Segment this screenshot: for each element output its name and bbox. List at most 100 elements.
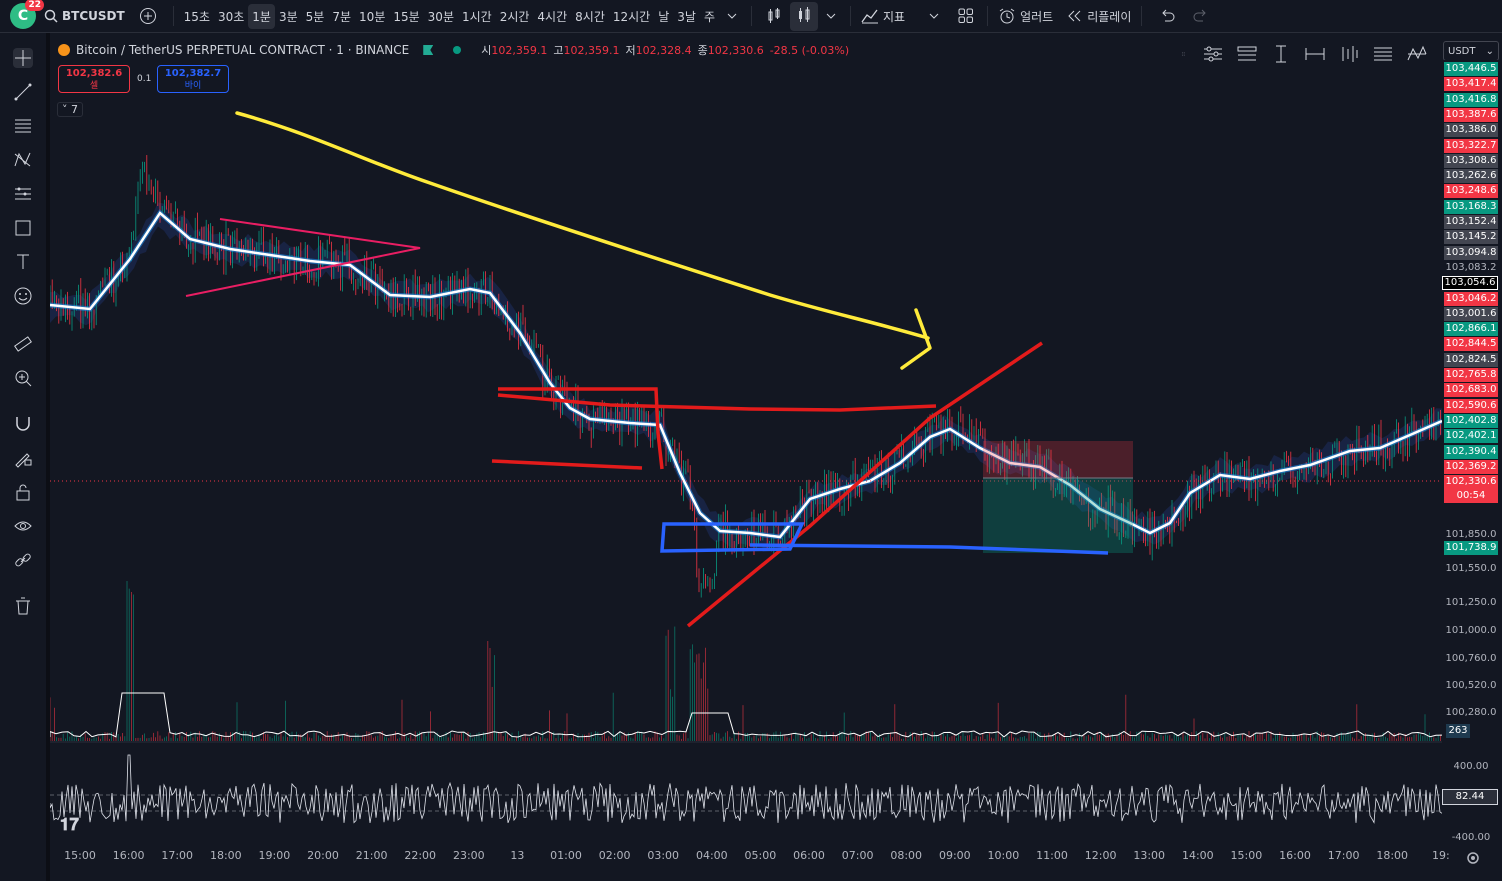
- tool-emoji[interactable]: [0, 279, 46, 313]
- volume-label: 263: [1446, 724, 1470, 738]
- settings-gear-icon[interactable]: [1466, 851, 1480, 865]
- candle-style-button[interactable]: [790, 1, 818, 31]
- price-label: 103,001.6: [1444, 306, 1498, 321]
- search-icon: [44, 9, 58, 23]
- time-label: 08:00: [890, 849, 923, 862]
- currency-label: USDT: [1448, 46, 1476, 57]
- user-avatar[interactable]: C 22: [10, 0, 44, 29]
- tool-text[interactable]: [0, 245, 46, 279]
- tool-lock-draw[interactable]: [0, 441, 46, 475]
- chevron-down-icon[interactable]: [824, 9, 838, 23]
- price-axis[interactable]: 103,446.5 103,417.4 103,416.8 103,387.6 103,…: [1442, 60, 1502, 843]
- chart-pane[interactable]: [49, 33, 1444, 839]
- interval-8[interactable]: 30분: [424, 4, 458, 29]
- interval-16[interactable]: 주: [700, 4, 719, 29]
- drag-handle-icon[interactable]: [1182, 44, 1190, 64]
- yellow-arrowhead-drawing: [900, 308, 932, 370]
- tool-link[interactable]: [0, 543, 46, 577]
- interval-9[interactable]: 1시간: [458, 4, 496, 29]
- interval-1[interactable]: 30초: [214, 4, 248, 29]
- price-range-icon[interactable]: [1270, 44, 1292, 64]
- time-label: 05:00: [744, 849, 777, 862]
- time-label: 01:00: [550, 849, 582, 862]
- replay-button[interactable]: 리플레이: [1063, 4, 1135, 29]
- settings-lines-icon[interactable]: [1202, 44, 1224, 64]
- volume-profile-icon[interactable]: [1338, 44, 1360, 64]
- interval-14[interactable]: 날: [654, 4, 673, 29]
- currency-selector[interactable]: USDT ⌄: [1443, 41, 1499, 61]
- red-support-line: [491, 459, 643, 470]
- undo-icon[interactable]: [1158, 8, 1176, 24]
- tool-zoom[interactable]: [0, 361, 46, 395]
- tool-fib[interactable]: [0, 109, 46, 143]
- interval-5[interactable]: 7분: [328, 4, 355, 29]
- tool-rectangle[interactable]: [0, 211, 46, 245]
- pattern-icon[interactable]: [1406, 44, 1428, 64]
- time-label: 21:00: [355, 849, 388, 862]
- tool-pattern[interactable]: [0, 143, 46, 177]
- link-icon: [15, 553, 31, 567]
- interval-10[interactable]: 2시간: [496, 4, 534, 29]
- price-label: 102,765.8: [1444, 368, 1498, 382]
- tool-crosshair[interactable]: [0, 41, 46, 75]
- time-label: 10:00: [987, 849, 1020, 862]
- layout-grid-icon[interactable]: [957, 7, 975, 25]
- levels-icon[interactable]: [1236, 44, 1258, 64]
- spread-value: 0.1: [137, 74, 152, 84]
- interval-13[interactable]: 12시간: [609, 4, 654, 29]
- interval-11[interactable]: 4시간: [533, 4, 571, 29]
- tool-magnet[interactable]: [0, 407, 46, 441]
- object-tree-toolbar: [1182, 44, 1428, 64]
- flag-icon[interactable]: [423, 45, 434, 55]
- divider: [172, 6, 174, 26]
- interval-6[interactable]: 10분: [355, 4, 389, 29]
- tool-trash[interactable]: [0, 589, 46, 623]
- symbol-title[interactable]: Bitcoin / TetherUS PERPETUAL CONTRACT · …: [76, 43, 409, 57]
- time-label: 19:: [1431, 849, 1450, 862]
- tool-ruler[interactable]: [0, 327, 46, 361]
- chevron-down-icon: ⌄: [1485, 46, 1494, 57]
- buy-label: 바이: [184, 81, 202, 91]
- interval-12[interactable]: 8시간: [571, 4, 609, 29]
- time-label: 20:00: [307, 849, 339, 862]
- buy-button[interactable]: 102,382.7 바이: [157, 65, 229, 93]
- sell-button[interactable]: 102,382.6 셀: [58, 65, 130, 93]
- chevron-down-icon[interactable]: [725, 9, 739, 23]
- price-chart-canvas[interactable]: [49, 33, 1444, 839]
- magnet-icon: [16, 417, 30, 431]
- trend-line-icon: [14, 83, 32, 101]
- chevron-down-icon[interactable]: [927, 9, 941, 23]
- time-label: 17:00: [1327, 849, 1360, 862]
- tool-brush[interactable]: [0, 177, 46, 211]
- indicators-label: 지표: [883, 9, 906, 24]
- compare-add-icon[interactable]: [139, 7, 157, 25]
- alert-button[interactable]: 얼러트: [994, 3, 1057, 29]
- price-label: 102,330.6: [1444, 475, 1498, 490]
- interval-0[interactable]: 15초: [180, 4, 214, 29]
- price-label: 103,446.5: [1444, 62, 1498, 76]
- tool-eye[interactable]: [0, 509, 46, 543]
- interval-4[interactable]: 5분: [302, 4, 329, 29]
- date-range-icon[interactable]: [1304, 44, 1326, 64]
- divider: [1141, 6, 1143, 26]
- tradingview-logo[interactable]: 𝟏𝟕: [60, 815, 79, 835]
- time-axis[interactable]: 15:00 16:00 17:00 18:00 19:00 20:00 21:00 22:00…: [50, 845, 1450, 869]
- redo-icon[interactable]: [1192, 8, 1210, 24]
- interval-3[interactable]: 3분: [275, 4, 302, 29]
- tool-lock[interactable]: [0, 475, 46, 509]
- indicator-collapse-button[interactable]: ˅ 7: [57, 102, 83, 117]
- interval-2[interactable]: 1분: [248, 3, 275, 29]
- tool-trend-line[interactable]: [0, 75, 46, 109]
- bar-style-icon[interactable]: [764, 6, 784, 26]
- price-label: 103,386.0: [1444, 123, 1498, 138]
- price-label: 103,083.2: [1445, 261, 1497, 273]
- list-icon[interactable]: [1372, 44, 1394, 64]
- interval-15[interactable]: 3날: [673, 4, 700, 29]
- symbol-search[interactable]: BTCUSDT: [44, 9, 125, 23]
- drawing-toolbar: [0, 33, 50, 881]
- notification-badge: 22: [25, 0, 44, 11]
- indicators-button[interactable]: 지표: [857, 4, 909, 29]
- short-position-stop: [983, 441, 1133, 478]
- interval-7[interactable]: 15분: [389, 4, 423, 29]
- price-label: 102,390.4: [1444, 444, 1498, 459]
